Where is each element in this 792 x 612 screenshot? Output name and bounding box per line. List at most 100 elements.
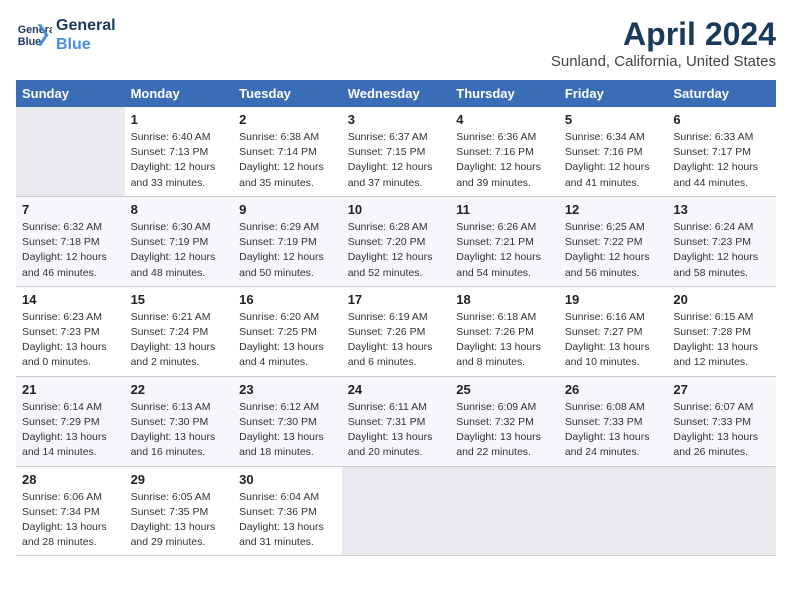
calendar-cell: 16 Sunrise: 6:20 AMSunset: 7:25 PMDayligh…: [233, 286, 342, 376]
calendar-cell: [667, 466, 776, 556]
day-number: 30: [239, 472, 336, 487]
day-info: Sunrise: 6:20 AMSunset: 7:25 PMDaylight:…: [239, 310, 336, 371]
day-info: Sunrise: 6:18 AMSunset: 7:26 PMDaylight:…: [456, 310, 553, 371]
day-number: 4: [456, 112, 553, 127]
day-number: 26: [565, 382, 662, 397]
day-info: Sunrise: 6:13 AMSunset: 7:30 PMDaylight:…: [131, 400, 228, 461]
calendar-cell: 28Sunrise: 6:06 AMSunset: 7:34 PMDayligh…: [16, 466, 125, 556]
day-info: Sunrise: 6:09 AMSunset: 7:32 PMDaylight:…: [456, 400, 553, 461]
calendar-cell: 11 Sunrise: 6:26 AMSunset: 7:21 PMDayligh…: [450, 196, 559, 286]
calendar-cell: 29 Sunrise: 6:05 AMSunset: 7:35 PMDayligh…: [125, 466, 234, 556]
day-number: 3: [348, 112, 445, 127]
day-number: 23: [239, 382, 336, 397]
day-info: Sunrise: 6:21 AMSunset: 7:24 PMDaylight:…: [131, 310, 228, 371]
day-number: 10: [348, 202, 445, 217]
day-info: Sunrise: 6:15 AMSunset: 7:28 PMDaylight:…: [673, 310, 770, 371]
day-number: 29: [131, 472, 228, 487]
calendar-cell: [342, 466, 451, 556]
calendar-cell: 24 Sunrise: 6:11 AMSunset: 7:31 PMDayligh…: [342, 376, 451, 466]
calendar-subtitle: Sunland, California, United States: [551, 53, 776, 70]
day-info: Sunrise: 6:32 AMSunset: 7:18 PMDaylight:…: [22, 220, 119, 281]
calendar-cell: 23 Sunrise: 6:12 AMSunset: 7:30 PMDayligh…: [233, 376, 342, 466]
day-number: 22: [131, 382, 228, 397]
day-number: 2: [239, 112, 336, 127]
calendar-cell: 14Sunrise: 6:23 AMSunset: 7:23 PMDayligh…: [16, 286, 125, 376]
week-row-3: 14Sunrise: 6:23 AMSunset: 7:23 PMDayligh…: [16, 286, 776, 376]
logo-text-line2: Blue: [56, 35, 116, 54]
day-number: 11: [456, 202, 553, 217]
day-number: 8: [131, 202, 228, 217]
day-number: 25: [456, 382, 553, 397]
week-row-4: 21Sunrise: 6:14 AMSunset: 7:29 PMDayligh…: [16, 376, 776, 466]
calendar-cell: 25 Sunrise: 6:09 AMSunset: 7:32 PMDayligh…: [450, 376, 559, 466]
day-info: Sunrise: 6:30 AMSunset: 7:19 PMDaylight:…: [131, 220, 228, 281]
header-friday: Friday: [559, 80, 668, 107]
calendar-cell: [16, 107, 125, 196]
logo-icon: General Blue: [16, 17, 52, 53]
day-info: Sunrise: 6:25 AMSunset: 7:22 PMDaylight:…: [565, 220, 662, 281]
day-info: Sunrise: 6:24 AMSunset: 7:23 PMDaylight:…: [673, 220, 770, 281]
day-number: 20: [673, 292, 770, 307]
day-number: 17: [348, 292, 445, 307]
calendar-cell: 19 Sunrise: 6:16 AMSunset: 7:27 PMDayligh…: [559, 286, 668, 376]
day-number: 9: [239, 202, 336, 217]
calendar-cell: 7 Sunrise: 6:32 AMSunset: 7:18 PMDaylight…: [16, 196, 125, 286]
svg-text:Blue: Blue: [18, 36, 41, 48]
header-tuesday: Tuesday: [233, 80, 342, 107]
day-info: Sunrise: 6:07 AMSunset: 7:33 PMDaylight:…: [673, 400, 770, 461]
calendar-cell: 1Sunrise: 6:40 AMSunset: 7:13 PMDaylight…: [125, 107, 234, 196]
logo-text-line1: General: [56, 16, 116, 35]
calendar-cell: 20 Sunrise: 6:15 AMSunset: 7:28 PMDayligh…: [667, 286, 776, 376]
day-number: 27: [673, 382, 770, 397]
calendar-cell: [559, 466, 668, 556]
calendar-cell: 10 Sunrise: 6:28 AMSunset: 7:20 PMDayligh…: [342, 196, 451, 286]
week-row-2: 7 Sunrise: 6:32 AMSunset: 7:18 PMDaylight…: [16, 196, 776, 286]
header-monday: Monday: [125, 80, 234, 107]
calendar-cell: 18 Sunrise: 6:18 AMSunset: 7:26 PMDayligh…: [450, 286, 559, 376]
week-row-1: 1Sunrise: 6:40 AMSunset: 7:13 PMDaylight…: [16, 107, 776, 196]
day-info: Sunrise: 6:26 AMSunset: 7:21 PMDaylight:…: [456, 220, 553, 281]
day-info: Sunrise: 6:16 AMSunset: 7:27 PMDaylight:…: [565, 310, 662, 371]
calendar-cell: 4 Sunrise: 6:36 AMSunset: 7:16 PMDaylight…: [450, 107, 559, 196]
day-info: Sunrise: 6:36 AMSunset: 7:16 PMDaylight:…: [456, 130, 553, 191]
day-number: 18: [456, 292, 553, 307]
day-number: 7: [22, 202, 119, 217]
day-info: Sunrise: 6:12 AMSunset: 7:30 PMDaylight:…: [239, 400, 336, 461]
day-info: Sunrise: 6:28 AMSunset: 7:20 PMDaylight:…: [348, 220, 445, 281]
header-wednesday: Wednesday: [342, 80, 451, 107]
calendar-cell: [450, 466, 559, 556]
day-info: Sunrise: 6:38 AMSunset: 7:14 PMDaylight:…: [239, 130, 336, 191]
day-info: Sunrise: 6:29 AMSunset: 7:19 PMDaylight:…: [239, 220, 336, 281]
calendar-cell: 13Sunrise: 6:24 AMSunset: 7:23 PMDayligh…: [667, 196, 776, 286]
calendar-cell: 6Sunrise: 6:33 AMSunset: 7:17 PMDaylight…: [667, 107, 776, 196]
day-number: 15: [131, 292, 228, 307]
calendar-cell: 17Sunrise: 6:19 AMSunset: 7:26 PMDayligh…: [342, 286, 451, 376]
week-row-5: 28Sunrise: 6:06 AMSunset: 7:34 PMDayligh…: [16, 466, 776, 556]
day-info: Sunrise: 6:40 AMSunset: 7:13 PMDaylight:…: [131, 130, 228, 191]
title-block: April 2024 Sunland, California, United S…: [551, 16, 776, 70]
calendar-cell: 9 Sunrise: 6:29 AMSunset: 7:19 PMDaylight…: [233, 196, 342, 286]
day-info: Sunrise: 6:11 AMSunset: 7:31 PMDaylight:…: [348, 400, 445, 461]
header-sunday: Sunday: [16, 80, 125, 107]
day-number: 19: [565, 292, 662, 307]
calendar-cell: 3 Sunrise: 6:37 AMSunset: 7:15 PMDaylight…: [342, 107, 451, 196]
calendar-cell: 5Sunrise: 6:34 AMSunset: 7:16 PMDaylight…: [559, 107, 668, 196]
day-info: Sunrise: 6:33 AMSunset: 7:17 PMDaylight:…: [673, 130, 770, 191]
header-saturday: Saturday: [667, 80, 776, 107]
day-number: 12: [565, 202, 662, 217]
calendar-header: SundayMondayTuesdayWednesdayThursdayFrid…: [16, 80, 776, 107]
day-info: Sunrise: 6:37 AMSunset: 7:15 PMDaylight:…: [348, 130, 445, 191]
day-number: 21: [22, 382, 119, 397]
calendar-cell: 30 Sunrise: 6:04 AMSunset: 7:36 PMDayligh…: [233, 466, 342, 556]
day-info: Sunrise: 6:23 AMSunset: 7:23 PMDaylight:…: [22, 310, 119, 371]
day-info: Sunrise: 6:05 AMSunset: 7:35 PMDaylight:…: [131, 490, 228, 551]
day-info: Sunrise: 6:08 AMSunset: 7:33 PMDaylight:…: [565, 400, 662, 461]
calendar-cell: 21Sunrise: 6:14 AMSunset: 7:29 PMDayligh…: [16, 376, 125, 466]
day-number: 16: [239, 292, 336, 307]
calendar-body: 1Sunrise: 6:40 AMSunset: 7:13 PMDaylight…: [16, 107, 776, 556]
calendar-cell: 12 Sunrise: 6:25 AMSunset: 7:22 PMDayligh…: [559, 196, 668, 286]
day-number: 24: [348, 382, 445, 397]
header-row: SundayMondayTuesdayWednesdayThursdayFrid…: [16, 80, 776, 107]
day-info: Sunrise: 6:34 AMSunset: 7:16 PMDaylight:…: [565, 130, 662, 191]
day-info: Sunrise: 6:04 AMSunset: 7:36 PMDaylight:…: [239, 490, 336, 551]
